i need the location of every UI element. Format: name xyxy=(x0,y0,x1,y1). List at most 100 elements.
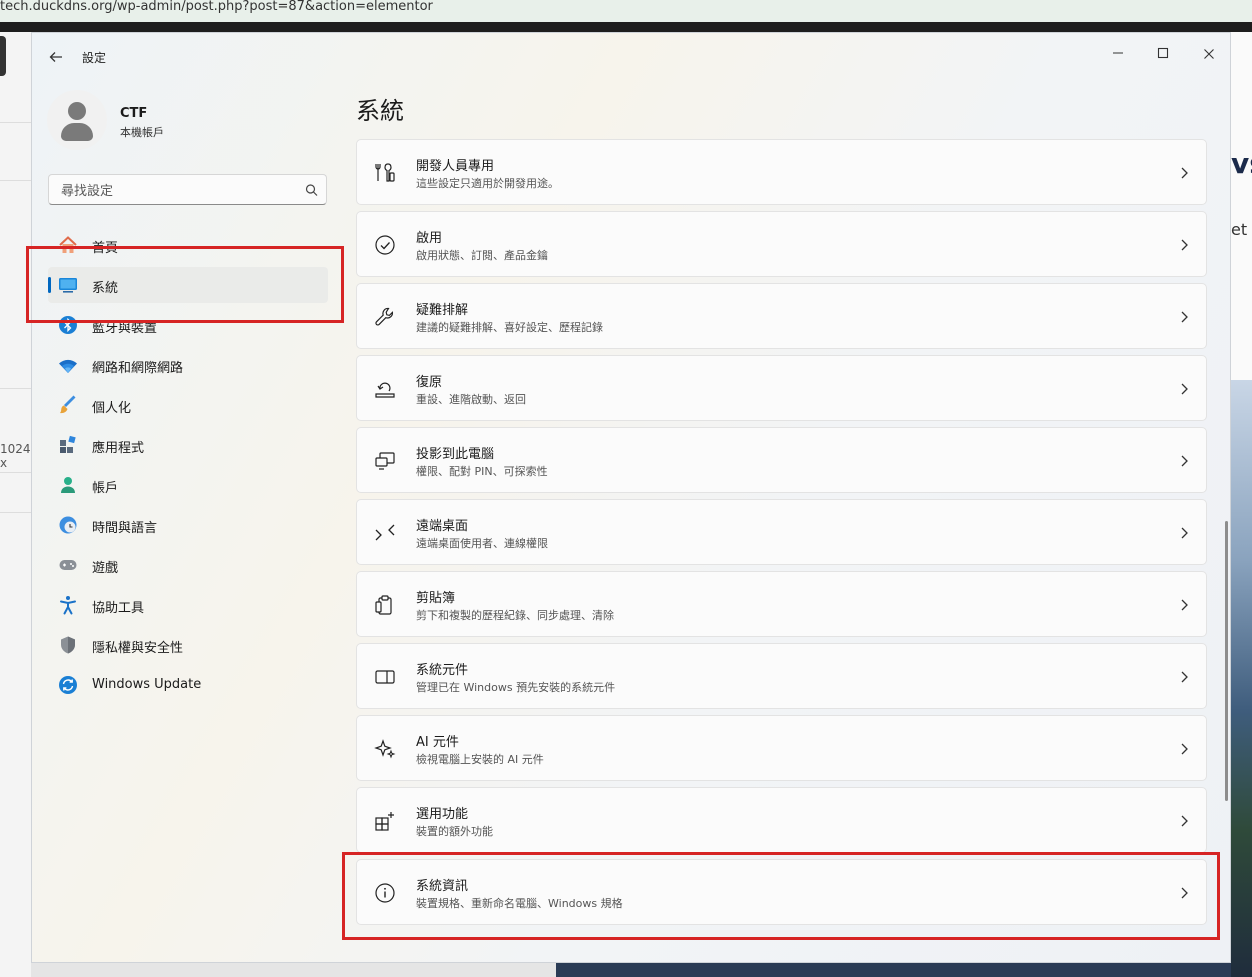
card-subtitle: 裝置的額外功能 xyxy=(416,825,493,838)
sidebar-nav: 首頁 系統 藍牙與裝置 網路和網際網路 個人化 應用程式 帳戶 時間與語言 遊戲… xyxy=(48,227,328,707)
card-subtitle: 建議的疑難排解、喜好設定、歷程記錄 xyxy=(416,321,603,334)
close-icon xyxy=(1204,49,1214,59)
background-button xyxy=(0,36,6,76)
sidebar-item-apps[interactable]: 應用程式 xyxy=(48,427,328,463)
shield-icon xyxy=(61,636,75,654)
sidebar-item-gaming[interactable]: 遊戲 xyxy=(48,547,328,583)
sidebar-item-accessibility[interactable]: 協助工具 xyxy=(48,587,328,623)
background-divider xyxy=(0,122,31,123)
update-icon xyxy=(59,676,77,694)
card-title: 系統元件 xyxy=(416,663,469,678)
recovery-icon xyxy=(375,382,395,398)
background-text: et xyxy=(1231,220,1248,239)
browser-toolbar xyxy=(0,22,1252,32)
avatar[interactable] xyxy=(47,90,107,150)
chevron-right-icon xyxy=(1181,383,1188,395)
avatar-head xyxy=(68,102,86,120)
background-divider xyxy=(0,388,31,389)
card-title: AI 元件 xyxy=(416,735,459,750)
settings-card-project-to-pc[interactable]: 投影到此電腦 權限、配對 PIN、可探索性 xyxy=(356,427,1207,493)
chevron-right-icon xyxy=(1181,311,1188,323)
sidebar-item-time-language[interactable]: 時間與語言 xyxy=(48,507,328,543)
sidebar-item-label: 帳戶 xyxy=(92,481,119,496)
chevron-right-icon xyxy=(1181,599,1188,611)
card-title: 遠端桌面 xyxy=(416,519,469,534)
title-bar: 設定 xyxy=(32,33,1230,79)
search-input[interactable] xyxy=(59,181,293,201)
sidebar-item-windows-update[interactable]: Windows Update xyxy=(48,667,328,703)
info-icon xyxy=(375,883,395,903)
settings-card-developers[interactable]: 開發人員專用 這些設定只適用於開發用途。 xyxy=(356,139,1207,205)
sidebar-item-label: 個人化 xyxy=(92,401,132,416)
sidebar-item-label: 協助工具 xyxy=(92,601,145,616)
background-page-left: 1024 x xyxy=(0,32,31,977)
system-components-icon xyxy=(375,670,395,684)
sparkle-icon xyxy=(374,739,396,759)
clipboard-icon xyxy=(375,595,392,615)
background-divider xyxy=(0,180,31,181)
scrollbar-thumb[interactable] xyxy=(1225,521,1228,801)
settings-card-system-components[interactable]: 系統元件 管理已在 Windows 預先安裝的系統元件 xyxy=(356,643,1207,709)
taskbar-area xyxy=(31,963,1231,977)
card-subtitle: 裝置規格、重新命名電腦、Windows 規格 xyxy=(416,897,623,910)
background-divider xyxy=(0,472,31,473)
minimize-button[interactable] xyxy=(1098,41,1138,69)
wifi-icon xyxy=(59,359,77,373)
settings-card-optional-features[interactable]: 選用功能 裝置的額外功能 xyxy=(356,787,1207,853)
sidebar-item-label: 藍牙與裝置 xyxy=(92,321,158,336)
card-subtitle: 檢視電腦上安裝的 AI 元件 xyxy=(416,753,544,766)
maximize-button[interactable] xyxy=(1143,41,1183,69)
close-button[interactable] xyxy=(1189,41,1229,69)
background-heading: vs xyxy=(1231,147,1252,180)
chevron-right-icon xyxy=(1181,743,1188,755)
chevron-right-icon xyxy=(1181,671,1188,683)
background-divider xyxy=(0,512,31,513)
sidebar-item-label: 遊戲 xyxy=(92,561,119,576)
check-circle-icon xyxy=(375,235,395,255)
sidebar-item-privacy-security[interactable]: 隱私權與安全性 xyxy=(48,627,328,663)
settings-card-clipboard[interactable]: 剪貼簿 剪下和複製的歷程紀錄、同步處理、清除 xyxy=(356,571,1207,637)
clock-globe-icon xyxy=(59,516,77,534)
wrench-icon xyxy=(375,307,394,326)
card-title: 復原 xyxy=(416,375,443,390)
settings-card-remote-desktop[interactable]: 遠端桌面 遠端桌面使用者、連線權限 xyxy=(356,499,1207,565)
settings-card-ai-components[interactable]: AI 元件 檢視電腦上安裝的 AI 元件 xyxy=(356,715,1207,781)
search-icon[interactable] xyxy=(304,181,320,199)
sidebar-item-personalization[interactable]: 個人化 xyxy=(48,387,328,423)
sidebar-item-label: Windows Update xyxy=(92,677,202,692)
maximize-icon xyxy=(1157,47,1169,59)
settings-card-recovery[interactable]: 復原 重設、進階啟動、返回 xyxy=(356,355,1207,421)
sidebar-item-label: 時間與語言 xyxy=(92,521,158,536)
settings-card-activation[interactable]: 啟用 啟用狀態、訂閱、產品金鑰 xyxy=(356,211,1207,277)
background-text: 1024 x xyxy=(0,442,31,470)
browser-url-bar[interactable]: tech.duckdns.org/wp-admin/post.php?post=… xyxy=(0,0,1252,22)
sidebar-item-accounts[interactable]: 帳戶 xyxy=(48,467,328,503)
background-image xyxy=(556,963,1231,977)
settings-card-troubleshoot[interactable]: 疑難排解 建議的疑難排解、喜好設定、歷程記錄 xyxy=(356,283,1207,349)
back-button[interactable] xyxy=(44,47,68,67)
background-page-right: vs et xyxy=(1231,32,1252,977)
developer-tools-icon xyxy=(375,163,395,182)
background-image xyxy=(1231,380,1252,977)
chevron-right-icon xyxy=(1181,455,1188,467)
sidebar-item-label: 首頁 xyxy=(92,241,119,256)
sidebar-item-home[interactable]: 首頁 xyxy=(48,227,328,263)
card-title: 疑難排解 xyxy=(416,303,469,318)
sidebar-item-bluetooth[interactable]: 藍牙與裝置 xyxy=(48,307,328,343)
projection-icon xyxy=(375,452,395,470)
chevron-right-icon xyxy=(1181,167,1188,179)
card-title: 開發人員專用 xyxy=(416,159,495,174)
sidebar-item-label: 系統 xyxy=(92,281,119,296)
arrow-left-icon xyxy=(49,52,62,62)
person-icon xyxy=(61,477,75,493)
user-name: CTF xyxy=(120,106,148,121)
search-box[interactable] xyxy=(48,174,327,205)
apps-icon xyxy=(60,435,76,453)
sidebar-item-system[interactable]: 系統 xyxy=(48,267,328,303)
minimize-icon xyxy=(1113,52,1123,54)
sidebar-item-network[interactable]: 網路和網際網路 xyxy=(48,347,328,383)
settings-card-about[interactable]: 系統資訊 裝置規格、重新命名電腦、Windows 規格 xyxy=(356,859,1207,925)
sidebar-item-label: 隱私權與安全性 xyxy=(92,641,184,656)
card-title: 選用功能 xyxy=(416,807,469,822)
card-subtitle: 剪下和複製的歷程紀錄、同步處理、清除 xyxy=(416,609,614,622)
